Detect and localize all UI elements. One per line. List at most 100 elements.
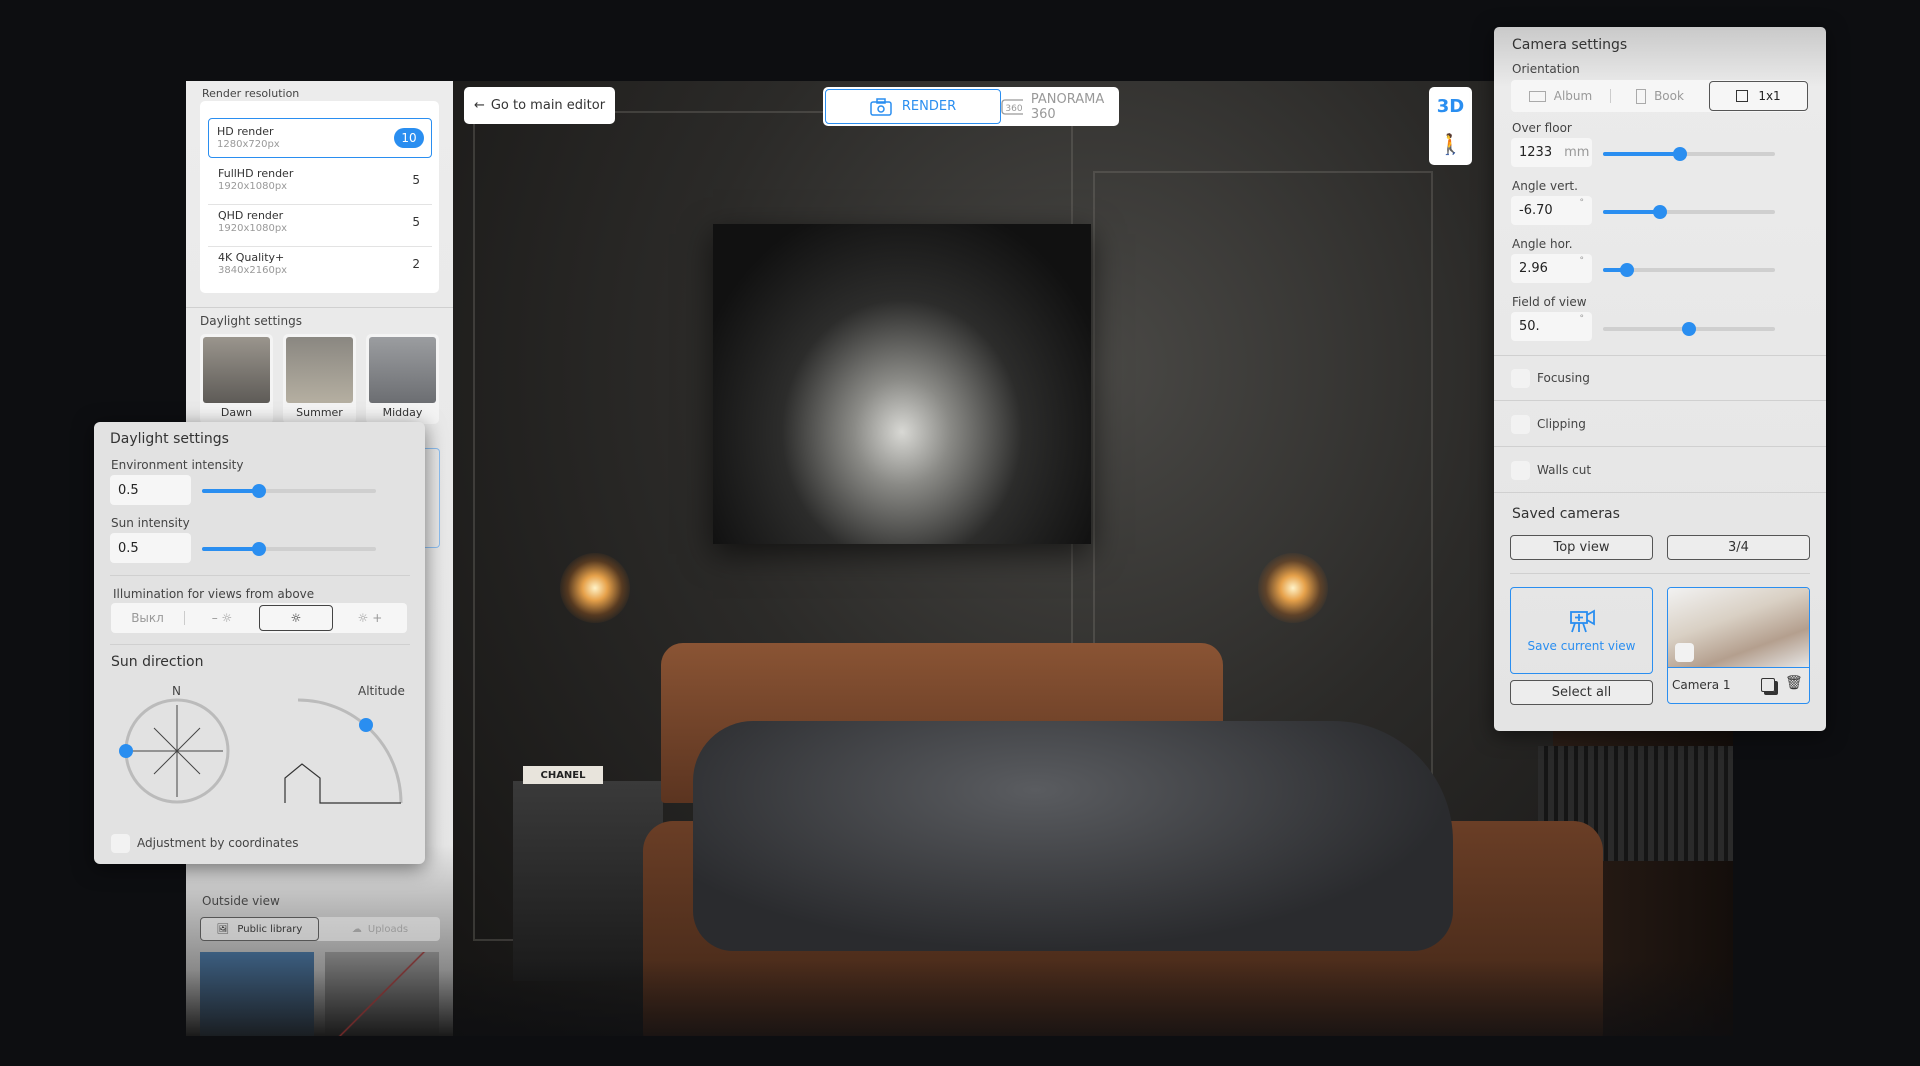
- over-floor-label: Over floor: [1512, 121, 1572, 135]
- preset-midday[interactable]: Midday: [366, 334, 439, 424]
- illumination-normal[interactable]: ☼: [259, 605, 333, 631]
- over-floor-slider[interactable]: [1603, 147, 1775, 161]
- blanket: [693, 721, 1453, 951]
- walls-cut-label: Walls cut: [1537, 463, 1592, 477]
- slider-fill: [202, 547, 260, 551]
- wall-painting: [713, 224, 1091, 544]
- count: 5: [412, 215, 420, 229]
- resolution-size: 1920x1080px: [218, 181, 288, 192]
- focusing-row[interactable]: Focusing: [1494, 356, 1826, 401]
- trash-icon[interactable]: 🗑: [1785, 675, 1803, 691]
- camera-thumbnail: [1668, 588, 1809, 668]
- preset-label: Dawn: [220, 406, 253, 419]
- slider-thumb[interactable]: [252, 542, 267, 556]
- walking-person-icon[interactable]: 🚶: [1429, 125, 1472, 163]
- preset-thumbnail: [203, 337, 270, 403]
- angle-vert-slider[interactable]: [1603, 205, 1775, 219]
- render-resolution-list: HD render 1280x720px 10 FullHD render 19…: [200, 101, 439, 293]
- orientation-options: Album Book 1x1: [1511, 80, 1808, 112]
- book-stack: CHANEL: [523, 766, 603, 784]
- landscape-icon: [1528, 90, 1546, 102]
- resolution-item-4k[interactable]: 4K Quality+ 3840x2160px 2: [208, 249, 432, 289]
- adjust-coordinates-label: Adjustment by coordinates: [137, 836, 299, 850]
- angle-vert-label: Angle vert.: [1512, 179, 1578, 193]
- env-intensity-input[interactable]: 0.5: [110, 475, 191, 505]
- slider-thumb[interactable]: [1673, 147, 1688, 161]
- preset-thumbnail: [369, 337, 436, 403]
- go-to-main-editor-button[interactable]: ← Go to main editor: [464, 87, 615, 124]
- sun-direction-controls: [119, 698, 403, 804]
- orientation-1x1[interactable]: 1x1: [1709, 81, 1808, 111]
- fov-input[interactable]: 50. °: [1511, 312, 1592, 341]
- slider-thumb[interactable]: [1652, 205, 1667, 219]
- render-resolution-title: Render resolution: [202, 87, 300, 100]
- resolution-size: 3840x2160px: [218, 265, 288, 276]
- orientation-album[interactable]: Album: [1511, 89, 1611, 103]
- walls-cut-checkbox[interactable]: [1511, 461, 1530, 480]
- panorama-360-icon: 360: [1001, 98, 1023, 115]
- divider: [110, 575, 410, 576]
- clipping-checkbox[interactable]: [1511, 415, 1530, 434]
- compass-dial[interactable]: [119, 698, 230, 804]
- angle-vert-input[interactable]: -6.70 °: [1511, 196, 1592, 225]
- camera-select-checkbox[interactable]: [1675, 643, 1694, 662]
- sun-intensity-input[interactable]: 0.5: [110, 533, 191, 563]
- azimuth-handle: [119, 744, 133, 758]
- tab-panorama-360[interactable]: 360 PANORAMA 360: [1001, 89, 1117, 124]
- tab-public-library[interactable]: 🖼 Public library: [200, 917, 319, 941]
- clipping-row[interactable]: Clipping: [1494, 402, 1826, 447]
- resolution-item-qhd[interactable]: QHD render 1920x1080px 5: [208, 207, 432, 247]
- fov-label: Field of view: [1512, 295, 1587, 309]
- tab-render[interactable]: RENDER: [825, 89, 1001, 124]
- outside-view-thumbnail[interactable]: [200, 952, 314, 1036]
- slider-fill: [1603, 210, 1660, 214]
- top-view-button[interactable]: Top view: [1510, 535, 1653, 560]
- save-current-view-button[interactable]: Save current view: [1510, 587, 1653, 674]
- illumination-less[interactable]: – ☼: [185, 611, 259, 625]
- resolution-name: QHD render: [218, 209, 284, 222]
- angle-hor-slider[interactable]: [1603, 263, 1775, 277]
- preset-dawn[interactable]: Dawn: [200, 334, 273, 424]
- duplicate-icon[interactable]: [1761, 678, 1775, 692]
- 3d-view-button[interactable]: 3D: [1429, 87, 1472, 125]
- three-quarter-view-button[interactable]: 3/4: [1667, 535, 1810, 560]
- preset-thumbnail: [286, 337, 353, 403]
- fov-slider[interactable]: [1603, 322, 1775, 336]
- walls-cut-row[interactable]: Walls cut: [1494, 448, 1826, 493]
- count-badge: 10: [394, 128, 424, 148]
- divider: [186, 307, 453, 308]
- focusing-label: Focusing: [1537, 371, 1590, 385]
- portrait-icon: [1636, 88, 1647, 104]
- saved-camera-card[interactable]: Camera 1 🗑: [1667, 587, 1810, 704]
- adjust-coordinates-checkbox[interactable]: [111, 834, 130, 853]
- arrow-left-icon: ←: [473, 98, 485, 113]
- altitude-dial[interactable]: [284, 698, 403, 804]
- angle-hor-input[interactable]: 2.96 °: [1511, 254, 1592, 283]
- focusing-checkbox[interactable]: [1511, 369, 1530, 388]
- slider-thumb[interactable]: [1620, 263, 1635, 277]
- sun-intensity-slider[interactable]: [202, 542, 376, 556]
- over-floor-input[interactable]: 1233 mm: [1511, 138, 1592, 167]
- outside-view-thumbnail[interactable]: [325, 952, 439, 1036]
- divider: [110, 644, 410, 645]
- select-all-button[interactable]: Select all: [1510, 680, 1653, 705]
- preset-summer[interactable]: Summer: [283, 334, 356, 424]
- tab-uploads[interactable]: ☁ Uploads: [320, 917, 440, 941]
- popup-title: Daylight settings: [110, 431, 229, 447]
- slider-thumb[interactable]: [252, 484, 267, 498]
- resolution-size: 1920x1080px: [218, 223, 288, 234]
- env-intensity-label: Environment intensity: [111, 458, 244, 472]
- env-intensity-slider[interactable]: [202, 484, 376, 498]
- angle-hor-label: Angle hor.: [1512, 237, 1573, 251]
- view-mode-toggle: 3D 🚶: [1429, 87, 1472, 165]
- illumination-more[interactable]: ☼ +: [333, 611, 407, 625]
- add-video-camera-icon: [1569, 608, 1595, 632]
- square-icon: [1736, 90, 1749, 102]
- slider-thumb[interactable]: [1682, 322, 1696, 336]
- illumination-off[interactable]: Выкл: [111, 611, 185, 625]
- resolution-item-hd[interactable]: HD render 1280x720px 10: [208, 118, 432, 158]
- orientation-book[interactable]: Book: [1611, 88, 1709, 104]
- illumination-label: Illumination for views from above: [113, 587, 315, 601]
- resolution-item-fullhd[interactable]: FullHD render 1920x1080px 5: [208, 165, 432, 205]
- pendant-lamp: [1258, 553, 1328, 623]
